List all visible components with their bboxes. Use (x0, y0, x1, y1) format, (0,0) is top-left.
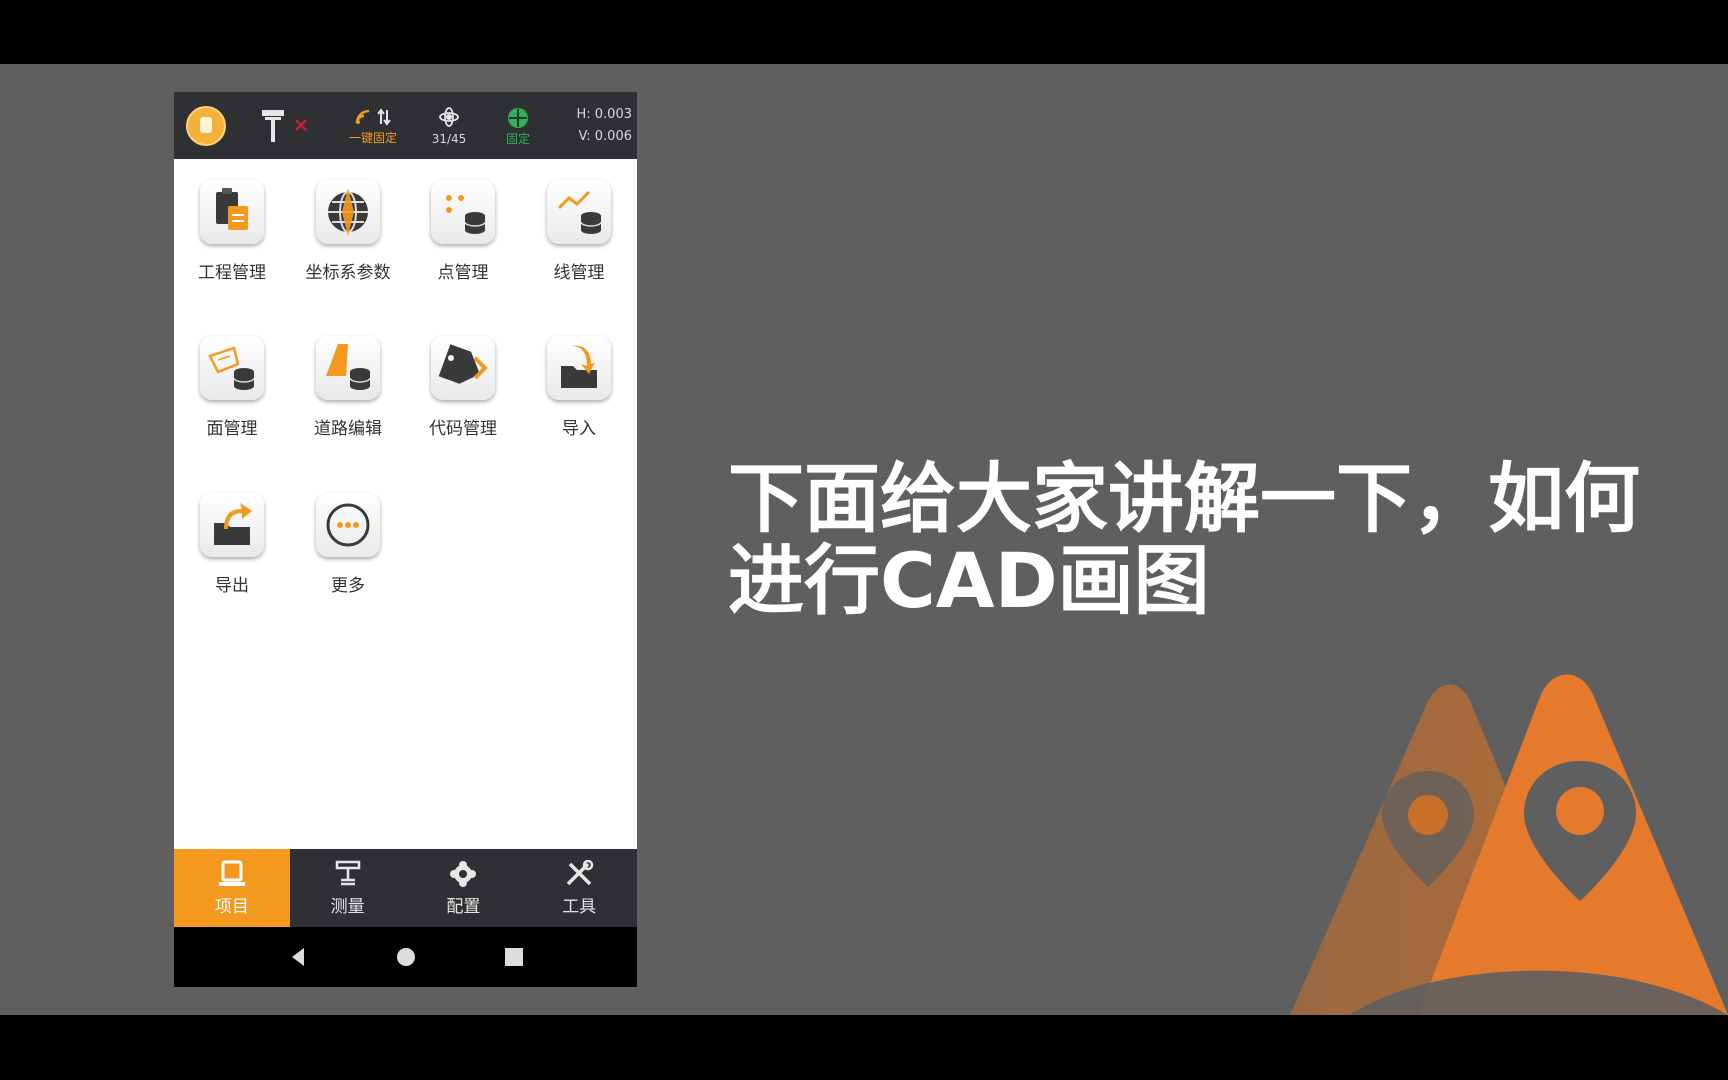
avatar[interactable] (186, 106, 226, 146)
bluetooth-off-icon (292, 114, 310, 136)
back-icon[interactable] (288, 946, 308, 968)
coordinate-system-icon (316, 180, 380, 244)
app-road-edit[interactable]: 道路编辑 (290, 336, 406, 466)
gear-icon (448, 860, 478, 888)
fix-target-icon (508, 108, 528, 128)
app-label: 道路编辑 (314, 419, 382, 439)
app-label: 点管理 (437, 263, 489, 283)
gnss-antenna-icon[interactable] (260, 106, 286, 146)
app-area-management[interactable]: 面管理 (174, 336, 290, 466)
h-precision: H: 0.003 (576, 107, 632, 122)
point-management-icon (431, 180, 495, 244)
tools-icon (564, 859, 594, 888)
fix-label: 固定 (505, 132, 530, 146)
caption-line-2: 进行CAD画图 (728, 536, 1210, 625)
precision-readout: H: 0.003 V: 0.006 (566, 104, 632, 148)
app-project-management[interactable]: 工程管理 (174, 180, 290, 310)
brand-logo (1290, 661, 1728, 1015)
caption-line-1: 下面给大家讲解一下，如何 (728, 454, 1640, 543)
tab-tools[interactable]: 工具 (521, 849, 637, 927)
system-nav-bar (174, 927, 637, 987)
app-export[interactable]: 导出 (174, 493, 290, 623)
tab-label: 工具 (562, 896, 597, 917)
app-label: 线管理 (553, 263, 605, 283)
tab-config[interactable]: 配置 (406, 849, 522, 927)
phone-screen: 一键固定 31/45 固定 H: 0.003 V: 0.006 工程管理 坐标系… (174, 92, 637, 987)
line-management-icon (547, 180, 611, 244)
tab-label: 配置 (446, 896, 481, 917)
status-bar: 一键固定 31/45 固定 H: 0.003 V: 0.006 (174, 92, 637, 159)
fix-status[interactable]: 固定 (496, 104, 540, 148)
app-label: 导出 (215, 576, 249, 596)
export-icon (200, 493, 264, 557)
bottom-tab-bar: 项目 测量 配置 工具 (174, 849, 637, 927)
home-icon[interactable] (396, 947, 416, 967)
tab-label: 测量 (330, 896, 365, 917)
tab-survey[interactable]: 测量 (290, 849, 406, 927)
app-point-management[interactable]: 点管理 (405, 180, 521, 310)
app-label: 面管理 (206, 419, 258, 439)
video-frame: 一键固定 31/45 固定 H: 0.003 V: 0.006 工程管理 坐标系… (0, 64, 1728, 1015)
app-import[interactable]: 导入 (521, 336, 637, 466)
project-tab-icon (217, 860, 247, 888)
app-label: 更多 (331, 576, 365, 596)
area-management-icon (200, 336, 264, 400)
app-more[interactable]: 更多 (290, 493, 406, 623)
app-label: 导入 (562, 419, 596, 439)
subtitle-caption: 下面给大家讲解一下，如何 进行CAD画图 (728, 458, 1688, 622)
app-label: 工程管理 (198, 263, 266, 283)
satellite-icon (439, 107, 459, 127)
app-code-management[interactable]: 代码管理 (405, 336, 521, 466)
app-coordinate-system[interactable]: 坐标系参数 (290, 180, 406, 310)
recents-icon[interactable] (504, 947, 524, 967)
road-edit-icon (316, 336, 380, 400)
project-management-icon (200, 180, 264, 244)
app-label: 坐标系参数 (305, 263, 391, 283)
code-management-icon (431, 336, 495, 400)
signal-label: 一键固定 (348, 131, 397, 145)
tab-project[interactable]: 项目 (174, 849, 290, 927)
satellite-status[interactable]: 31/45 (424, 104, 474, 148)
import-icon (547, 336, 611, 400)
signal-status[interactable]: 一键固定 (338, 104, 408, 148)
app-label: 代码管理 (429, 419, 497, 439)
satellite-count: 31/45 (431, 132, 467, 146)
more-icon (316, 493, 380, 557)
v-precision: V: 0.006 (578, 129, 632, 144)
tab-label: 项目 (214, 896, 249, 917)
app-line-management[interactable]: 线管理 (521, 180, 637, 310)
survey-tab-icon (333, 860, 363, 888)
signal-icon (355, 108, 391, 126)
